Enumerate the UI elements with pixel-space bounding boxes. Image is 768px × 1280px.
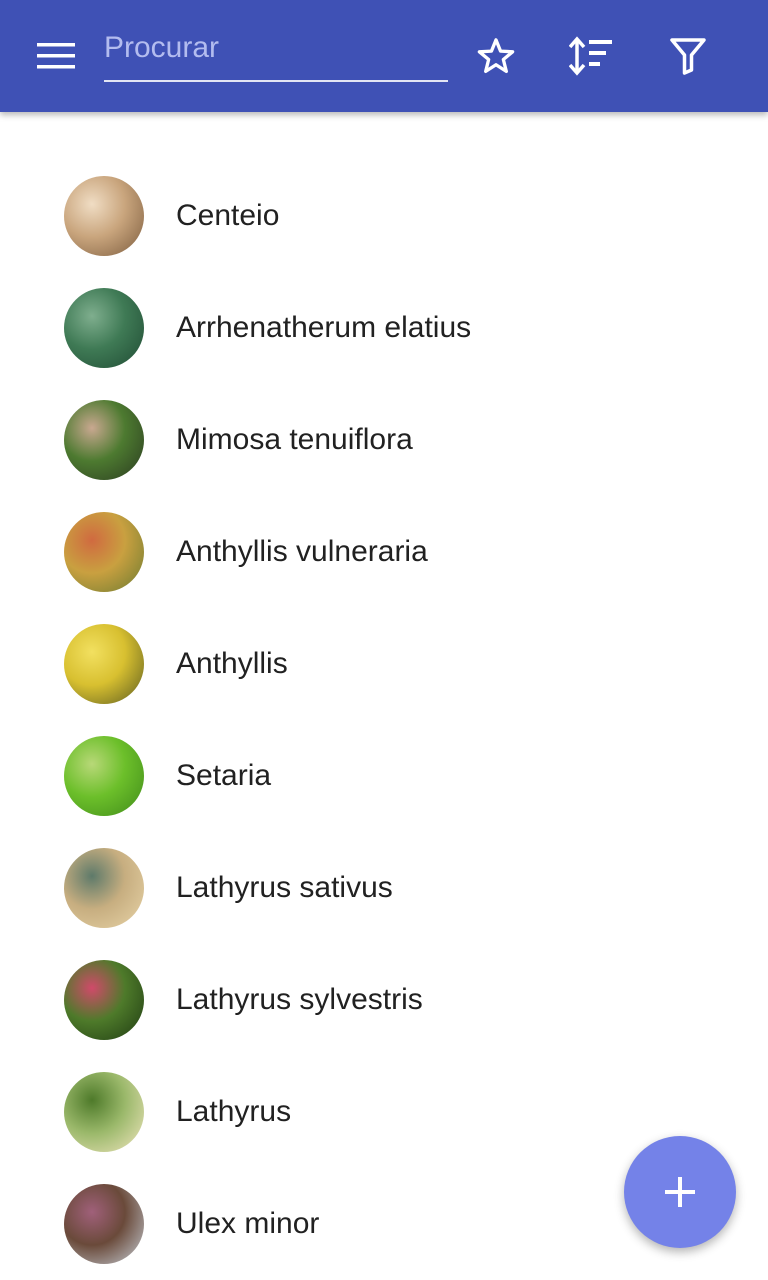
list-item[interactable]: Lathyrus sativus <box>0 832 768 944</box>
plant-name: Arrhenatherum elatius <box>176 311 472 344</box>
plant-thumbnail <box>64 400 144 480</box>
plant-thumbnail <box>64 624 144 704</box>
plant-name: Ulex minor <box>176 1207 320 1240</box>
add-button[interactable] <box>624 1136 736 1248</box>
plant-thumbnail <box>64 1184 144 1264</box>
plant-thumbnail <box>64 736 144 816</box>
app-bar <box>0 0 768 112</box>
filter-icon <box>670 38 706 75</box>
list-item[interactable]: Setaria <box>0 720 768 832</box>
list-item[interactable]: Centeio <box>0 160 768 272</box>
plant-thumbnail <box>64 1072 144 1152</box>
plant-name: Lathyrus sylvestris <box>176 983 423 1016</box>
menu-icon <box>37 43 75 69</box>
search-input[interactable] <box>104 20 448 76</box>
plant-name: Lathyrus sativus <box>176 871 393 904</box>
plant-thumbnail <box>64 848 144 928</box>
menu-button[interactable] <box>24 26 88 86</box>
plant-name: Anthyllis <box>176 647 288 680</box>
list-item[interactable]: Mimosa tenuiflora <box>0 384 768 496</box>
plant-name: Setaria <box>176 759 272 792</box>
search-field <box>104 20 448 82</box>
plant-name: Mimosa tenuiflora <box>176 423 413 456</box>
plant-thumbnail <box>64 512 144 592</box>
plant-name: Anthyllis vulneraria <box>176 535 428 568</box>
plus-icon <box>665 1177 695 1207</box>
plant-thumbnail <box>64 960 144 1040</box>
list-item[interactable]: Anthyllis <box>0 608 768 720</box>
plant-name: Centeio <box>176 199 280 232</box>
sort-icon <box>569 36 612 76</box>
plant-name: Lathyrus <box>176 1095 292 1128</box>
favorites-button[interactable] <box>466 26 526 86</box>
plant-list: Centeio Arrhenatherum elatius Mimosa tenui… <box>0 160 768 1280</box>
plant-thumbnail <box>64 176 144 256</box>
list-item[interactable]: Arrhenatherum elatius <box>0 272 768 384</box>
list-item[interactable]: Lathyrus sylvestris <box>0 944 768 1056</box>
star-outline-icon <box>477 38 515 74</box>
sort-button[interactable] <box>561 26 621 86</box>
filter-button[interactable] <box>658 26 718 86</box>
list-item[interactable]: Anthyllis vulneraria <box>0 496 768 608</box>
plant-thumbnail <box>64 288 144 368</box>
